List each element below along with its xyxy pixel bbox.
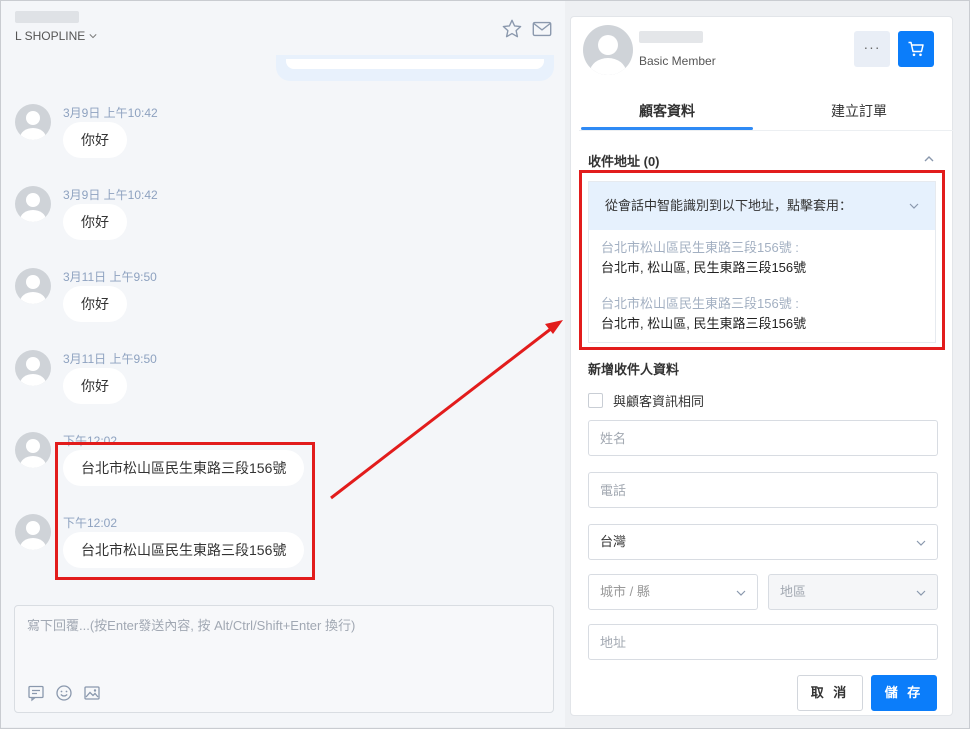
annotation-arrow <box>330 320 563 500</box>
